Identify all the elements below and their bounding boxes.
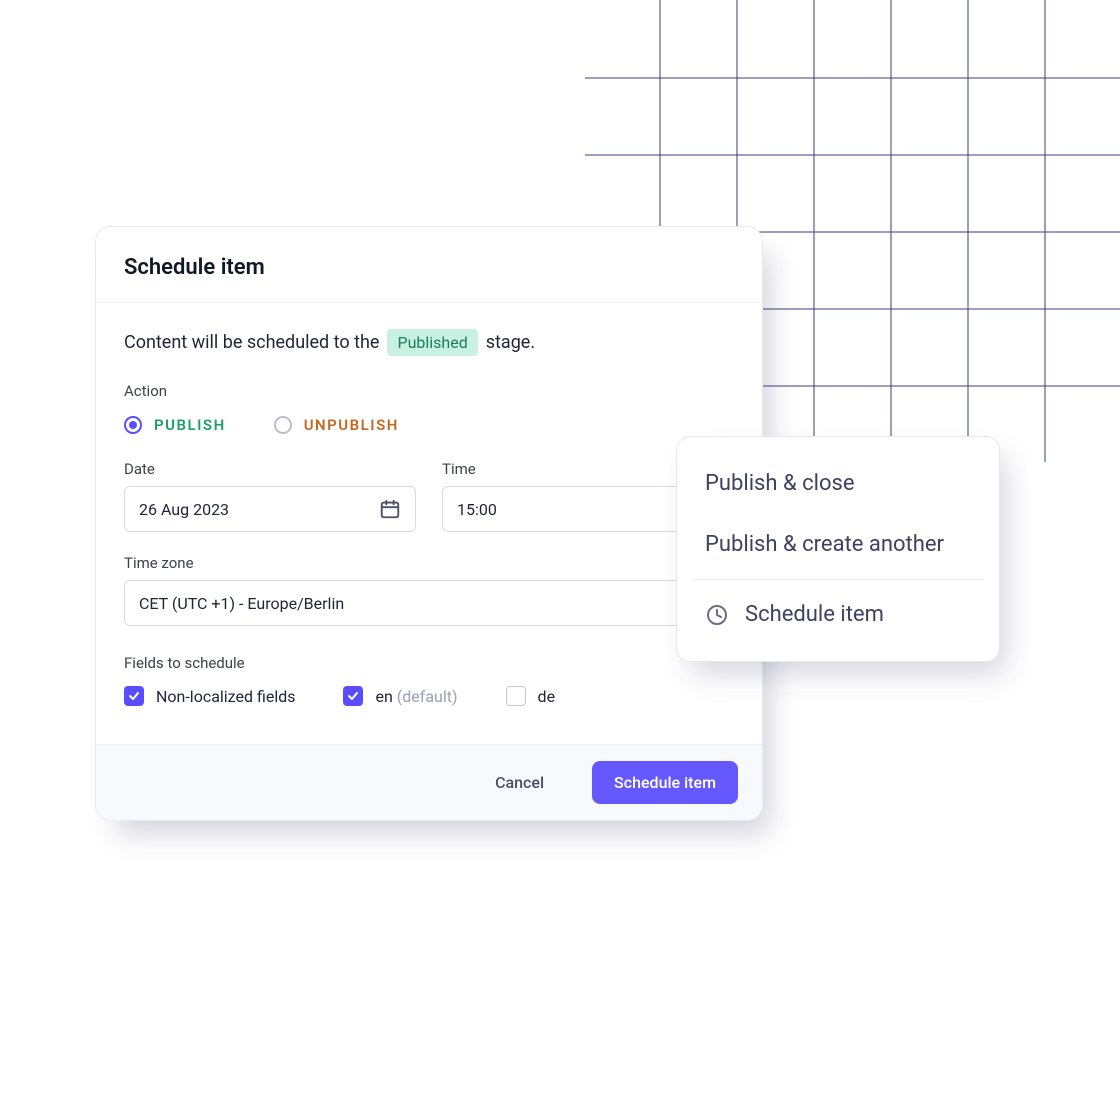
menu-divider — [693, 579, 983, 580]
checkbox-nonlocalized-label: Non-localized fields — [156, 687, 295, 706]
radio-dot-icon — [274, 416, 292, 434]
time-value: 15:00 — [457, 500, 497, 519]
cancel-button[interactable]: Cancel — [473, 761, 566, 804]
fields-label: Fields to schedule — [124, 654, 734, 672]
checkbox-nonlocalized[interactable]: Non-localized fields — [124, 686, 295, 706]
action-radio-group: PUBLISH UNPUBLISH — [124, 416, 734, 434]
date-value: 26 Aug 2023 — [139, 500, 229, 519]
timezone-label: Time zone — [124, 554, 734, 572]
checkbox-box — [124, 686, 144, 706]
checkbox-de[interactable]: de — [506, 686, 556, 706]
modal-footer: Cancel Schedule item — [96, 744, 762, 820]
check-icon — [128, 690, 140, 702]
checkbox-de-label: de — [538, 687, 556, 706]
timezone-field: Time zone CET (UTC +1) - Europe/Berlin — [124, 554, 734, 626]
clock-icon — [705, 603, 729, 627]
menu-item-label: Publish & create another — [705, 532, 944, 557]
date-label: Date — [124, 460, 416, 478]
menu-item-label: Schedule item — [745, 602, 884, 627]
date-field: Date 26 Aug 2023 — [124, 460, 416, 532]
radio-dot-icon — [124, 416, 142, 434]
date-input[interactable]: 26 Aug 2023 — [124, 486, 416, 532]
calendar-icon — [379, 498, 401, 520]
radio-unpublish-label: UNPUBLISH — [304, 416, 399, 434]
checkbox-en-label: en (default) — [375, 687, 457, 706]
modal-header: Schedule item — [96, 227, 762, 303]
radio-publish-label: PUBLISH — [154, 416, 226, 434]
sentence-pre: Content will be scheduled to the — [124, 332, 379, 353]
sentence-post: stage. — [486, 332, 535, 353]
timezone-input[interactable]: CET (UTC +1) - Europe/Berlin — [124, 580, 734, 626]
modal-title: Schedule item — [124, 255, 734, 280]
checkbox-en[interactable]: en (default) — [343, 686, 457, 706]
radio-unpublish[interactable]: UNPUBLISH — [274, 416, 399, 434]
menu-publish-close[interactable]: Publish & close — [677, 453, 999, 514]
check-icon — [347, 690, 359, 702]
action-label: Action — [124, 382, 734, 400]
fields-checklist: Non-localized fields en (default) de — [124, 686, 734, 706]
menu-publish-create-another[interactable]: Publish & create another — [677, 514, 999, 575]
schedule-item-button[interactable]: Schedule item — [592, 761, 738, 804]
checkbox-box — [343, 686, 363, 706]
publish-menu: Publish & close Publish & create another… — [676, 436, 1000, 662]
schedule-modal: Schedule item Content will be scheduled … — [95, 226, 763, 821]
menu-schedule-item[interactable]: Schedule item — [677, 584, 999, 645]
timezone-value: CET (UTC +1) - Europe/Berlin — [139, 594, 344, 613]
modal-body: Content will be scheduled to the Publish… — [96, 303, 762, 744]
stage-badge: Published — [387, 329, 477, 356]
menu-item-label: Publish & close — [705, 471, 855, 496]
schedule-sentence: Content will be scheduled to the Publish… — [124, 329, 734, 356]
radio-publish[interactable]: PUBLISH — [124, 416, 226, 434]
checkbox-box — [506, 686, 526, 706]
